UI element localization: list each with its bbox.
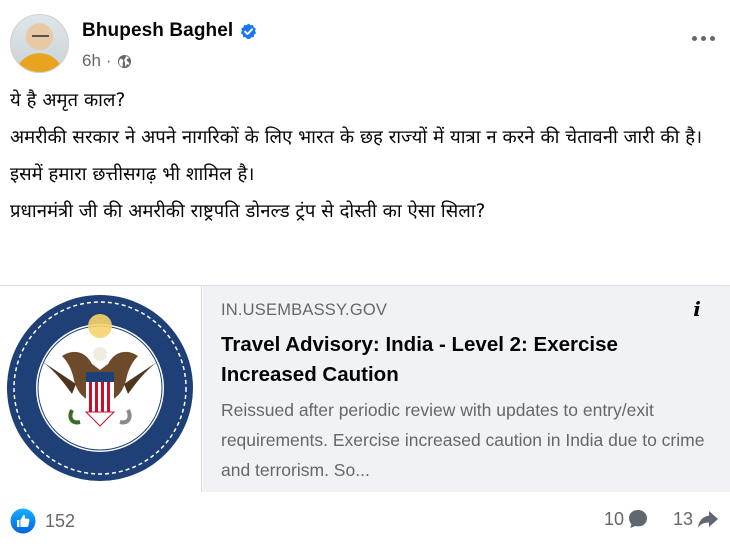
post-text: ये है अमृत काल? अमरीकी सरकार ने अपने नाग… — [10, 86, 720, 234]
link-preview-body[interactable]: IN.USEMBASSY.GOV Travel Advisory: India … — [203, 286, 730, 492]
post-paragraph: प्रधानमंत्री जी की अमरीकी राष्ट्रपति डोन… — [10, 201, 486, 222]
info-icon[interactable]: i — [684, 296, 710, 322]
engagement-stats: 10 13 — [580, 508, 720, 530]
author-row: Bhupesh Baghel — [82, 20, 257, 42]
post-footer: 152 10 13 — [10, 508, 720, 538]
comments-count-link[interactable]: 10 — [604, 508, 649, 530]
more-options-button[interactable] — [688, 26, 718, 50]
more-dot-icon — [700, 35, 706, 41]
post-meta: 6h · — [82, 51, 132, 71]
more-dot-icon — [709, 35, 715, 41]
post-paragraph: ये है अमृत काल? — [10, 90, 126, 111]
like-count: 152 — [45, 510, 76, 531]
department-of-state-seal-icon — [7, 295, 193, 481]
more-dot-icon — [691, 35, 697, 41]
post-paragraph: इसमें हमारा छत्तीसगढ़ भी शामिल है। — [10, 164, 255, 185]
link-description: Reissued after periodic review with upda… — [221, 400, 705, 480]
link-preview-image[interactable] — [0, 286, 202, 492]
link-title[interactable]: Travel Advisory: India - Level 2: Exerci… — [221, 330, 710, 390]
meta-separator: · — [105, 51, 112, 70]
link-preview-card[interactable]: IN.USEMBASSY.GOV Travel Advisory: India … — [0, 285, 730, 492]
post-time[interactable]: 6h — [82, 51, 101, 71]
author-name[interactable]: Bhupesh Baghel — [82, 20, 233, 42]
post-paragraph: अमरीकी सरकार ने अपने नागरिकों के लिए भार… — [10, 127, 703, 148]
globe-icon[interactable] — [117, 54, 132, 69]
author-avatar[interactable] — [10, 14, 69, 73]
comment-count: 10 — [603, 508, 624, 529]
comment-icon — [628, 510, 647, 528]
reactions-summary[interactable]: 152 — [10, 508, 75, 534]
share-count: 13 — [672, 508, 693, 529]
shares-count-link[interactable]: 13 — [673, 508, 720, 530]
verified-badge-icon — [241, 23, 257, 39]
like-icon — [10, 508, 36, 534]
link-domain: IN.USEMBASSY.GOV — [221, 301, 388, 319]
share-icon — [698, 511, 718, 528]
post-header: Bhupesh Baghel 6h · — [10, 14, 720, 74]
